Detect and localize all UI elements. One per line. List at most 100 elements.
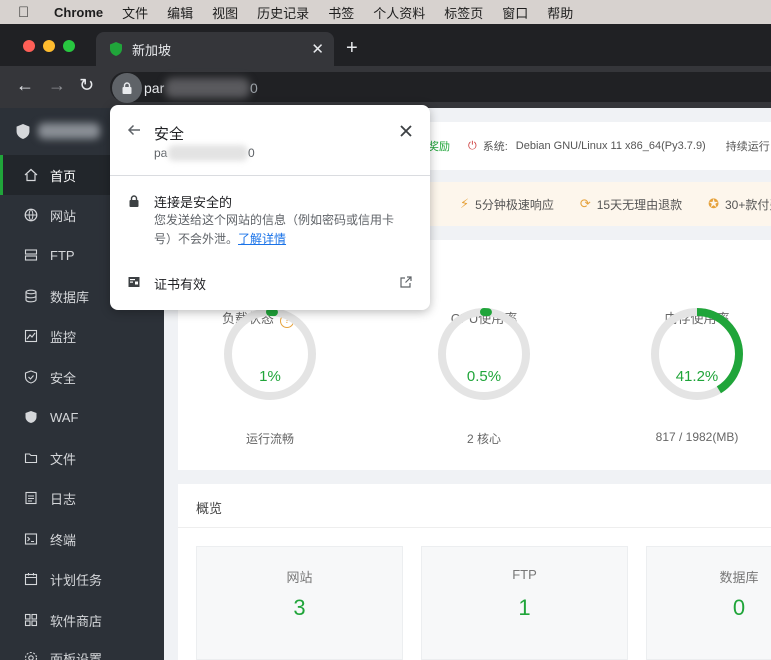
reload-icon[interactable]: ↻ — [79, 75, 94, 96]
overview-label: 网站 — [286, 570, 313, 585]
terminal-icon — [24, 533, 38, 545]
overview-title: 概览 — [196, 501, 223, 516]
monitor-icon — [24, 329, 38, 343]
menu-help[interactable]: 帮助 — [547, 3, 573, 22]
shield-icon — [24, 370, 38, 384]
shield-favicon-icon — [110, 42, 122, 56]
menu-tabs[interactable]: 标签页 — [444, 3, 483, 22]
close-icon[interactable] — [400, 125, 412, 137]
plugin-icon: ✪ — [708, 196, 719, 211]
window-minimize-button[interactable] — [43, 40, 55, 52]
url-text-start[interactable]: par — [144, 80, 164, 96]
apple-icon[interactable]:  — [18, 4, 34, 21]
sidebar-item-label: 网站 — [50, 208, 77, 224]
sidebar-item-label: 安全 — [50, 370, 77, 386]
memory-value: 41.2% — [675, 368, 719, 385]
browser-tab[interactable]: 新加坡 ✕ — [96, 32, 334, 66]
overview-count[interactable]: 3 — [197, 595, 402, 621]
tab-title: 新加坡 — [132, 42, 172, 58]
window-zoom-button[interactable] — [63, 40, 75, 52]
sidebar-item-monitor[interactable]: 监控 — [0, 316, 164, 356]
learn-more-link[interactable]: 了解详情 — [238, 232, 286, 246]
database-icon — [25, 289, 37, 303]
store-icon — [24, 613, 38, 627]
window-close-button[interactable] — [23, 40, 35, 52]
sidebar-item-label: 监控 — [50, 329, 77, 345]
calendar-icon — [24, 573, 38, 586]
overview-card-database[interactable]: 数据库 0 — [646, 546, 771, 660]
menu-history[interactable]: 历史记录 — [257, 3, 309, 22]
site-info-lock-button[interactable] — [112, 73, 142, 103]
sidebar-item-terminal[interactable]: 终端 — [0, 519, 164, 559]
home-icon — [24, 168, 38, 182]
new-tab-plus-icon[interactable]: + — [346, 37, 358, 60]
sidebar-item-cron[interactable]: 计划任务 — [0, 559, 164, 599]
notice-refund: 15天无理由退款 — [596, 197, 683, 212]
sidebar-item-label: 首页 — [50, 168, 77, 184]
log-icon — [25, 491, 37, 505]
menu-window[interactable]: 窗口 — [502, 3, 528, 22]
menu-view[interactable]: 视图 — [212, 3, 238, 22]
overview-label: FTP — [512, 567, 537, 582]
popup-host-start: pa — [154, 146, 168, 160]
popup-title: 安全 — [154, 126, 185, 143]
certificate-valid-button[interactable]: 证书有效 — [154, 274, 206, 293]
sidebar-item-waf[interactable]: WAF — [0, 397, 164, 437]
overview-card-ftp[interactable]: FTP 1 — [421, 546, 628, 660]
sidebar-item-label: 面板设置 — [50, 651, 103, 660]
cpu-value: 0.5% — [466, 368, 502, 385]
menu-chrome[interactable]: Chrome — [54, 5, 103, 20]
load-gauge[interactable] — [220, 304, 320, 404]
sidebar-item-logs[interactable]: 日志 — [0, 478, 164, 518]
sidebar-item-label: FTP — [50, 247, 75, 263]
tab-strip: 新加坡 ✕ + — [0, 24, 771, 66]
sidebar-item-settings[interactable]: 面板设置 — [0, 638, 164, 660]
sidebar-item-label: 日志 — [50, 491, 77, 507]
back-arrow-icon[interactable] — [127, 123, 141, 137]
sidebar-item-label: 计划任务 — [50, 572, 103, 588]
memory-gauge[interactable] — [647, 304, 747, 404]
cpu-sub: 2 核心 — [466, 432, 501, 446]
sidebar-item-security[interactable]: 安全 — [0, 357, 164, 397]
certificate-icon — [128, 277, 140, 287]
site-security-popup: 安全 pa 0 连接是安全的 您发送给这个网站的信息（例如密码或信用卡号）不会外… — [110, 105, 430, 310]
overview-count[interactable]: 0 — [677, 595, 771, 621]
popup-divider — [110, 175, 430, 176]
connection-secure-description: 您发送给这个网站的信息（例如密码或信用卡号）不会外泄。了解详情 — [154, 211, 404, 249]
reward-link[interactable]: 奖励 — [428, 138, 450, 154]
url-redacted — [165, 78, 250, 98]
popup-host-end: 0 — [248, 146, 255, 160]
overview-card: 概览 网站 3 FTP 1 数据库 0 — [178, 484, 771, 660]
url-text-end[interactable]: 0 — [250, 80, 258, 96]
system-label: 系统: — [482, 141, 508, 153]
tab-close-icon[interactable]: ✕ — [311, 40, 324, 58]
sidebar-item-label: WAF — [50, 409, 79, 425]
folder-icon — [24, 453, 38, 464]
lock-icon — [129, 195, 139, 207]
waf-shield-icon — [25, 411, 37, 423]
menu-edit[interactable]: 编辑 — [167, 3, 193, 22]
overview-label: 数据库 — [719, 570, 759, 585]
uptime-label: 持续运行 — [725, 141, 770, 153]
overview-card-websites[interactable]: 网站 3 — [196, 546, 403, 660]
notice-plugins: 30+款付费 — [725, 197, 771, 212]
settings-icon — [24, 651, 38, 660]
menu-bookmarks[interactable]: 书签 — [328, 3, 354, 22]
menu-profile[interactable]: 个人资料 — [373, 3, 425, 22]
lightning-icon: ⚡ — [460, 196, 470, 211]
system-icon: ⏻ — [468, 139, 477, 152]
forward-arrow-icon[interactable]: → — [48, 75, 66, 96]
back-arrow-icon[interactable]: ← — [16, 75, 34, 96]
menu-file[interactable]: 文件 — [122, 3, 148, 22]
refund-icon: ⟳ — [579, 196, 591, 211]
lock-icon — [122, 82, 132, 94]
cpu-gauge[interactable] — [434, 304, 534, 404]
external-link-icon[interactable] — [400, 276, 412, 288]
overview-count[interactable]: 1 — [422, 595, 627, 621]
sidebar-logo — [16, 123, 100, 139]
notice-response: 5分钟极速响应 — [475, 197, 554, 212]
sidebar-item-label: 文件 — [50, 451, 77, 467]
sidebar-item-files[interactable]: 文件 — [0, 438, 164, 478]
sidebar-item-label: 终端 — [50, 532, 77, 548]
sidebar-item-store[interactable]: 软件商店 — [0, 600, 164, 640]
